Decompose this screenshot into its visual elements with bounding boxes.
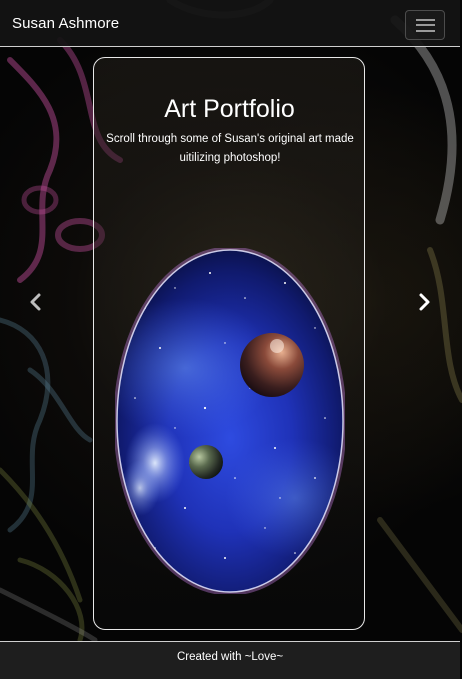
navbar: Susan Ashmore	[0, 0, 460, 47]
hamburger-menu-icon-bar-top	[416, 19, 435, 21]
chevron-left-icon	[30, 293, 41, 311]
carousel-next-button[interactable]	[414, 292, 434, 312]
page: Susan Ashmore Art Portfolio Scroll throu…	[0, 0, 462, 679]
footer: Created with ~Love~	[0, 641, 460, 679]
space-artwork-image[interactable]	[115, 248, 345, 594]
card-title: Art Portfolio	[164, 95, 295, 123]
card-subtitle: Scroll through some of Susan's original …	[106, 133, 354, 164]
hamburger-menu-icon-bar-bottom	[416, 30, 435, 32]
footer-text: Created with ~Love~	[176, 651, 284, 663]
carousel-prev-button[interactable]	[26, 292, 46, 312]
brand-link[interactable]: Susan Ashmore	[12, 15, 119, 32]
navbar-toggler-button[interactable]	[405, 10, 445, 40]
hamburger-menu-icon-bar-middle	[416, 24, 435, 26]
chevron-right-icon	[419, 293, 430, 311]
